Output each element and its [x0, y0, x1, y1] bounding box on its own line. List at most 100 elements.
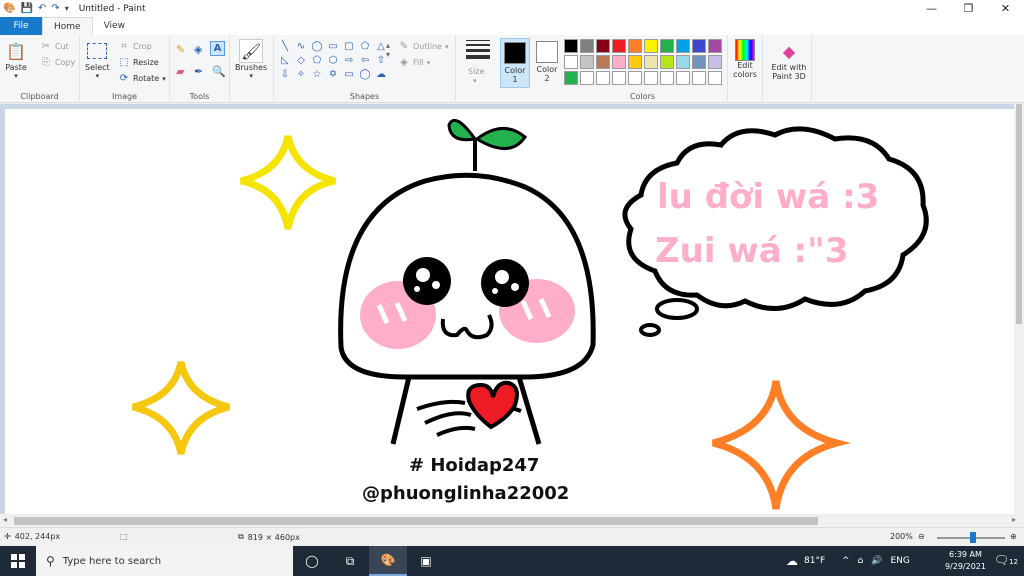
size-button[interactable]	[466, 40, 490, 62]
edit-colors-button[interactable]: Edit colors	[730, 39, 760, 79]
eraser-icon[interactable]: ▰	[176, 65, 184, 78]
six-point-star-shape-icon[interactable]: ✡	[326, 69, 340, 81]
left-arrow-shape-icon[interactable]: ⇦	[358, 55, 372, 67]
brushes-button[interactable]: 🖌 Brushes ▾	[235, 39, 267, 80]
right-arrow-shape-icon[interactable]: ⇨	[342, 55, 356, 67]
cortana-icon[interactable]: ◯	[293, 546, 331, 576]
fill-bucket-icon[interactable]: ◈	[194, 43, 202, 56]
restore-button[interactable]: ❐	[950, 0, 987, 17]
taskbar-search-box[interactable]: ⚲ Type here to search	[36, 546, 293, 576]
palette-swatch[interactable]	[692, 55, 706, 69]
palette-swatch[interactable]	[564, 55, 578, 69]
fill-button[interactable]: ◈ Fill ▾	[398, 57, 430, 68]
scroll-right-icon[interactable]: ▸	[1012, 515, 1016, 524]
palette-swatch[interactable]	[580, 55, 594, 69]
cloud-callout-shape-icon[interactable]: ☁	[374, 69, 388, 81]
tab-view[interactable]: View	[93, 17, 136, 35]
polygon-shape-icon[interactable]: ⬠	[358, 41, 372, 53]
palette-swatch[interactable]	[676, 55, 690, 69]
zoom-slider-thumb[interactable]	[970, 532, 976, 543]
five-point-star-shape-icon[interactable]: ☆	[310, 69, 324, 81]
color1-button[interactable]: Color 1	[500, 38, 530, 88]
palette-swatch[interactable]	[628, 71, 642, 85]
weather-widget[interactable]: ☁ 81°F	[786, 546, 825, 576]
magnifier-icon[interactable]: 🔍	[212, 65, 226, 78]
rectangle-shape-icon[interactable]: ▭	[326, 41, 340, 53]
save-icon[interactable]: 💾	[20, 3, 32, 15]
language-indicator[interactable]: ENG	[890, 556, 909, 566]
curve-shape-icon[interactable]: ∿	[294, 41, 308, 53]
redo-icon[interactable]: ↷	[51, 3, 59, 15]
palette-swatch[interactable]	[660, 39, 674, 53]
vertical-scroll-thumb[interactable]	[1016, 104, 1022, 324]
zoom-out-icon[interactable]: ⊖	[918, 532, 925, 541]
canvas-area[interactable]: lu đời wá :3 Zui wá :"3 # Hoidap247 @phu…	[0, 104, 1024, 514]
hexagon-shape-icon[interactable]: ⬡	[326, 55, 340, 67]
cut-button[interactable]: ✂ Cut	[40, 41, 69, 52]
taskbar-photos-icon[interactable]: ▣	[407, 546, 445, 576]
palette-swatch[interactable]	[596, 55, 610, 69]
task-view-icon[interactable]: ⧉	[331, 546, 369, 576]
palette-swatch[interactable]	[596, 71, 610, 85]
palette-swatch[interactable]	[676, 71, 690, 85]
paste-button[interactable]: 📋 Paste ▾	[4, 39, 28, 81]
palette-swatch[interactable]	[644, 39, 658, 53]
down-arrow-shape-icon[interactable]: ⇩	[278, 69, 292, 81]
palette-swatch[interactable]	[596, 39, 610, 53]
outline-button[interactable]: ✎ Outline ▾	[398, 41, 449, 52]
palette-swatch[interactable]	[580, 71, 594, 85]
palette-swatch[interactable]	[580, 39, 594, 53]
diamond-shape-icon[interactable]: ◇	[294, 55, 308, 67]
palette-swatch[interactable]	[628, 39, 642, 53]
horizontal-scrollbar[interactable]: ◂ ▸	[0, 514, 1024, 527]
palette-swatch[interactable]	[708, 55, 722, 69]
notification-center-icon[interactable]: 🗨12	[994, 553, 1018, 567]
palette-swatch[interactable]	[628, 55, 642, 69]
zoom-in-icon[interactable]: ⊕	[1010, 532, 1017, 541]
vertical-scrollbar[interactable]	[1014, 104, 1024, 514]
rounded-rectangle-shape-icon[interactable]: ▢	[342, 41, 356, 53]
palette-swatch[interactable]	[692, 71, 706, 85]
palette-swatch[interactable]	[564, 71, 578, 85]
edit-with-paint3d-button[interactable]: ◆ Edit with Paint 3D	[769, 39, 809, 82]
drawing-canvas[interactable]: lu đời wá :3 Zui wá :"3 # Hoidap247 @phu…	[5, 109, 1014, 514]
palette-swatch[interactable]	[660, 71, 674, 85]
minimize-button[interactable]: —	[913, 0, 950, 17]
color-picker-icon[interactable]: ✒	[194, 65, 203, 78]
network-icon[interactable]: ⌂	[858, 556, 864, 566]
oval-callout-shape-icon[interactable]: ◯	[358, 69, 372, 81]
oval-shape-icon[interactable]: ◯	[310, 41, 324, 53]
volume-icon[interactable]: 🔊	[871, 556, 882, 566]
line-shape-icon[interactable]: ╲	[278, 41, 292, 53]
palette-swatch[interactable]	[708, 71, 722, 85]
scroll-left-icon[interactable]: ◂	[3, 515, 7, 524]
palette-swatch[interactable]	[612, 55, 626, 69]
palette-swatch[interactable]	[676, 39, 690, 53]
palette-swatch[interactable]	[612, 39, 626, 53]
callout-shape-icon[interactable]: ▭	[342, 69, 356, 81]
palette-swatch[interactable]	[564, 39, 578, 53]
right-triangle-shape-icon[interactable]: ◺	[278, 55, 292, 67]
undo-icon[interactable]: ↶	[38, 3, 46, 15]
taskbar-app-active-icon[interactable]: 🎨	[369, 546, 407, 576]
customize-dropdown-icon[interactable]: ▾	[65, 3, 69, 15]
shapes-scroll-icon[interactable]: ▴ ▾	[386, 41, 390, 59]
text-tool-icon[interactable]: A	[210, 41, 225, 56]
tab-home[interactable]: Home	[42, 17, 93, 35]
palette-swatch[interactable]	[644, 71, 658, 85]
palette-swatch[interactable]	[660, 55, 674, 69]
taskbar-clock[interactable]: 6:39 AM 9/29/2021	[945, 549, 986, 573]
crop-button[interactable]: ⌗ Crop	[118, 41, 152, 52]
palette-swatch[interactable]	[644, 55, 658, 69]
start-button[interactable]	[0, 546, 36, 576]
tab-file[interactable]: File	[0, 17, 42, 35]
palette-swatch[interactable]	[692, 39, 706, 53]
pentagon-shape-icon[interactable]: ⬠	[310, 55, 324, 67]
tray-chevron-icon[interactable]: ^	[842, 556, 850, 566]
rotate-button[interactable]: ⟳ Rotate ▾	[118, 73, 166, 84]
select-button[interactable]: Select ▾	[85, 39, 110, 80]
copy-button[interactable]: ⎘ Copy	[40, 57, 75, 68]
palette-swatch[interactable]	[612, 71, 626, 85]
close-button[interactable]: ✕	[987, 0, 1024, 17]
pencil-icon[interactable]: ✎	[176, 43, 185, 56]
